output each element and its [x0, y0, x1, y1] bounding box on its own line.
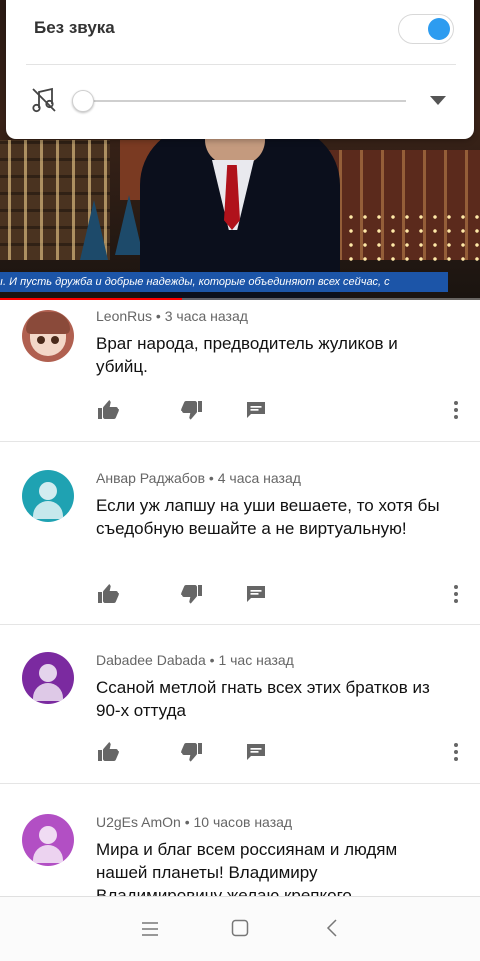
comment-time: 3 часа назад — [164, 308, 248, 324]
popup-divider — [26, 64, 456, 65]
comment-text: Мира и благ всем россиянам и людям нашей… — [96, 840, 398, 896]
thumb-down-icon[interactable] — [180, 740, 204, 764]
thumb-up-icon[interactable] — [96, 740, 120, 764]
avatar[interactable] — [22, 814, 74, 866]
mute-toggle[interactable] — [398, 14, 454, 44]
comment-item: U2gEs AmOn • 10 часов назад Мира и благ в… — [0, 786, 480, 896]
thumb-up-icon[interactable] — [96, 398, 120, 422]
thumb-down-icon[interactable] — [180, 398, 204, 422]
comment-author[interactable]: LeonRus — [96, 308, 152, 324]
comment-divider — [0, 624, 480, 625]
comment-time: 1 час назад — [218, 652, 294, 668]
comment-time: 4 часа назад — [217, 470, 301, 486]
mute-toggle-knob — [428, 18, 450, 40]
comment-item: Анвар Раджабов • 4 часа назад Если уж лап… — [0, 442, 480, 625]
mute-label: Без звука — [34, 18, 115, 37]
city-lights — [330, 210, 480, 270]
comment-meta: Анвар Раджабов • 4 часа назад — [96, 470, 301, 486]
chevron-down-icon[interactable] — [430, 96, 446, 105]
news-ticker: ı. И пусть дружба и добрые надежды, кото… — [0, 272, 448, 292]
comment-author[interactable]: Анвар Раджабов — [96, 470, 205, 486]
avatar[interactable] — [22, 652, 74, 704]
comment-divider — [0, 783, 480, 784]
reply-icon[interactable] — [244, 398, 268, 422]
more-vert-icon[interactable] — [444, 740, 468, 764]
comment-item: Dabadee Dabada • 1 час назад Ссаной метло… — [0, 626, 480, 784]
meta-separator: • — [180, 814, 194, 830]
thumb-up-icon[interactable] — [96, 582, 120, 606]
comment-text: Враг народа, предводитель жуликов и убий… — [96, 334, 398, 376]
meta-separator: • — [205, 470, 218, 486]
thumb-down-icon[interactable] — [180, 582, 204, 606]
avatar[interactable] — [22, 310, 74, 362]
comment-text: Ссаной метлой гнать всех этих братков из… — [96, 678, 430, 720]
home-icon[interactable] — [231, 919, 249, 937]
comment-meta: U2gEs AmOn • 10 часов назад — [96, 814, 292, 830]
back-icon[interactable] — [325, 919, 339, 937]
comment-author[interactable]: Dabadee Dabada — [96, 652, 206, 668]
volume-slider-track[interactable] — [82, 100, 406, 102]
more-vert-icon[interactable] — [444, 398, 468, 422]
meta-separator: • — [205, 652, 219, 668]
video-progress-bar[interactable] — [0, 298, 480, 300]
menu-icon[interactable] — [141, 921, 159, 937]
reply-icon[interactable] — [244, 740, 268, 764]
reply-icon[interactable] — [244, 582, 268, 606]
comment-item: LeonRus • 3 часа назад Враг народа, предв… — [0, 302, 480, 442]
system-nav-bar — [0, 896, 480, 961]
comment-author[interactable]: U2gEs AmOn — [96, 814, 181, 830]
christmas-tree — [80, 200, 108, 260]
christmas-tree — [115, 195, 143, 255]
comment-text: Если уж лапшу на уши вешаете, то хотя бы… — [96, 496, 440, 538]
comment-time: 10 часов назад — [193, 814, 293, 830]
comment-meta: LeonRus • 3 часа назад — [96, 308, 248, 324]
volume-slider-thumb[interactable] — [72, 90, 94, 112]
volume-popup: Без звука — [6, 0, 474, 139]
meta-separator: • — [152, 308, 165, 324]
comment-meta: Dabadee Dabada • 1 час назад — [96, 652, 294, 668]
avatar[interactable] — [22, 470, 74, 522]
video-progress-fill — [0, 298, 183, 300]
music-off-icon[interactable] — [30, 86, 58, 114]
more-vert-icon[interactable] — [444, 582, 468, 606]
